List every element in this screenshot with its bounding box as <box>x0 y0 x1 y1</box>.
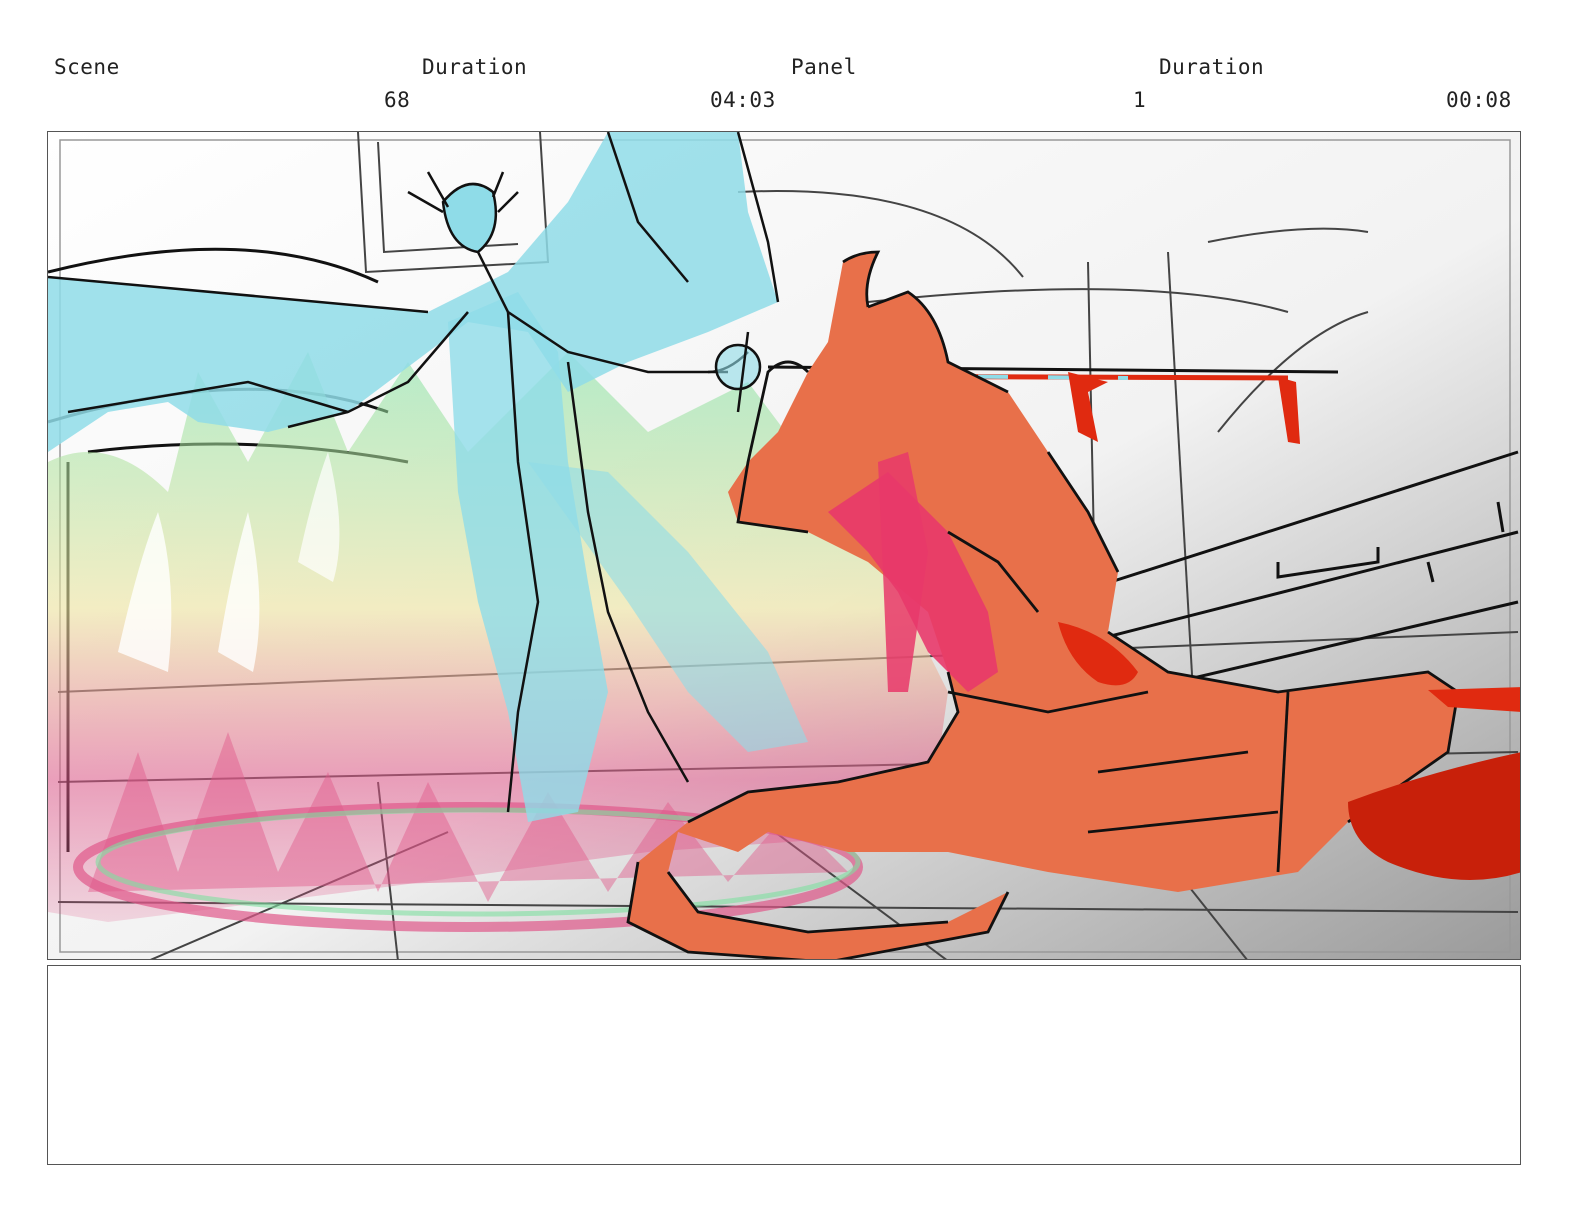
panel-label: Panel <box>791 55 857 79</box>
panel-notes-box[interactable] <box>47 965 1521 1165</box>
scene-duration-label: Duration <box>422 55 528 79</box>
scene-label: Scene <box>54 55 120 79</box>
scene-number: 68 <box>384 88 411 112</box>
panel-duration-label: Duration <box>1159 55 1265 79</box>
storyboard-sketch-icon <box>48 132 1520 959</box>
storyboard-panel <box>47 131 1521 960</box>
panel-number: 1 <box>1133 88 1147 112</box>
panel-duration-value: 00:08 <box>1446 88 1512 112</box>
scene-duration-value: 04:03 <box>710 88 776 112</box>
